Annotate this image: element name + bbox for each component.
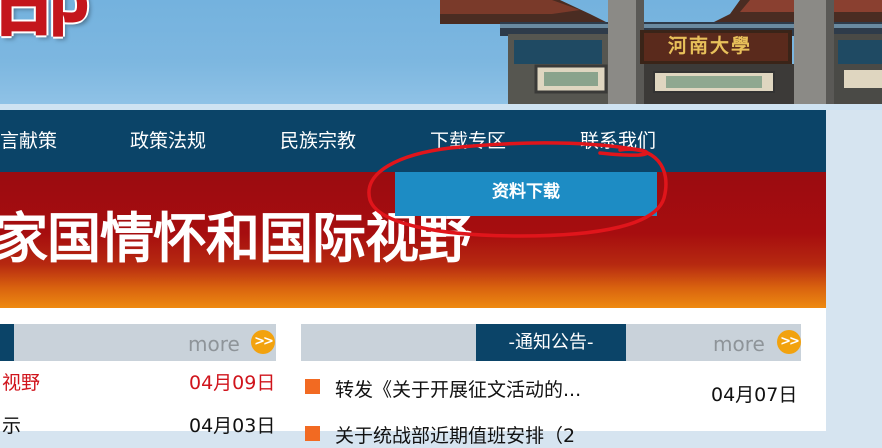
notice-item-date: 04月07日 <box>711 384 798 406</box>
nav-item-contact[interactable]: 联系我们 <box>580 110 656 172</box>
main-nav: 言献策 政策法规 民族宗教 下载专区 联系我们 <box>0 110 826 172</box>
content-area: more >> 视野 04月09日 示 04月03日 -通知公告- more >… <box>0 308 826 447</box>
double-chevron-right-icon[interactable]: >> <box>251 330 275 354</box>
left-more-link[interactable]: more <box>188 324 240 361</box>
list-bullet-icon <box>305 379 320 394</box>
university-plaque: 河南大學 <box>667 35 752 57</box>
list-item-date: 04月03日 <box>189 415 276 437</box>
list-item-title[interactable]: 视野 <box>2 368 40 395</box>
site-logo-text: 部 <box>0 0 92 42</box>
list-item-title[interactable]: 示 <box>2 411 21 438</box>
notice-more-link[interactable]: more <box>713 324 765 361</box>
left-panel-header: more >> <box>0 324 276 361</box>
nav-item-policies[interactable]: 政策法规 <box>130 110 206 172</box>
nav-item-suggestions[interactable]: 言献策 <box>0 110 57 172</box>
nav-item-ethnic-religion[interactable]: 民族宗教 <box>280 110 356 172</box>
notice-panel-header: -通知公告- more >> <box>301 324 801 361</box>
downloads-dropdown-menu: 资料下载 <box>395 172 657 216</box>
nav-item-downloads[interactable]: 下载专区 <box>430 110 506 172</box>
list-item-date: 04月09日 <box>189 372 276 394</box>
left-panel-title-tab <box>0 324 14 361</box>
notice-panel-title[interactable]: -通知公告- <box>476 324 626 361</box>
notice-item-title[interactable]: 转发《关于开展征文活动的... <box>335 375 581 402</box>
header-banner: 部 河南大學 <box>0 0 882 104</box>
double-chevron-right-icon[interactable]: >> <box>777 330 801 354</box>
notice-item-title[interactable]: 关于统战部近期值班安排（2 <box>335 421 575 448</box>
right-gutter <box>826 172 882 431</box>
dropdown-item-materials-download[interactable]: 资料下载 <box>395 172 657 216</box>
list-bullet-icon <box>305 426 320 441</box>
